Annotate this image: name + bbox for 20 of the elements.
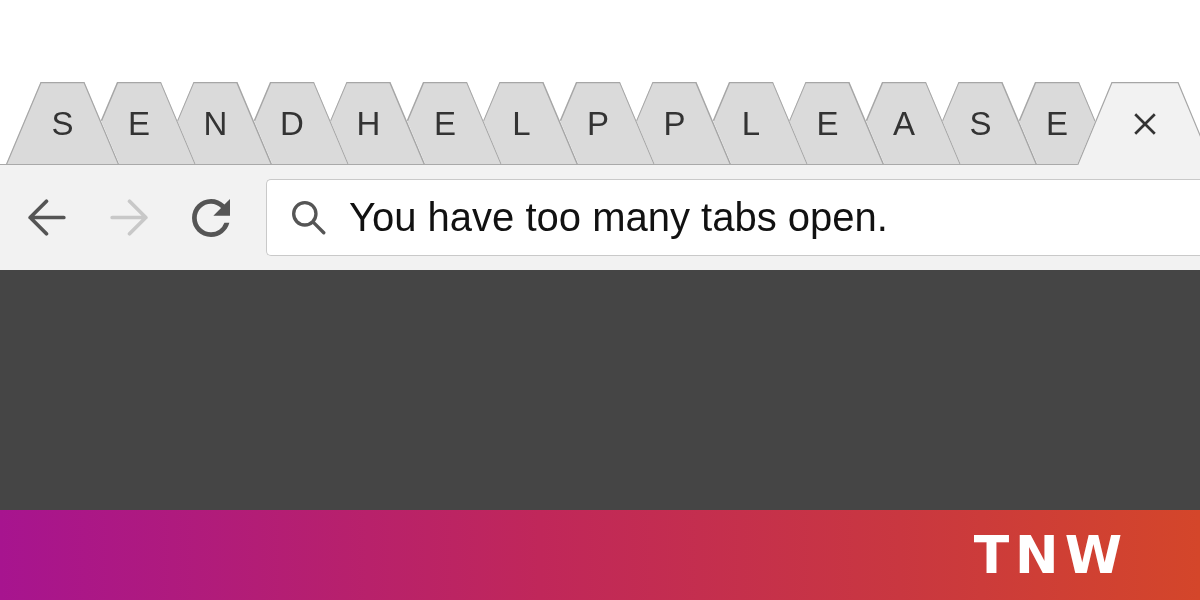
back-arrow-icon[interactable] — [28, 199, 66, 236]
brand-logo: TNW — [973, 529, 1128, 581]
tab[interactable]: D — [253, 82, 349, 164]
tab[interactable]: A — [865, 82, 961, 164]
tab[interactable]: E — [1018, 82, 1096, 164]
tab[interactable]: P — [559, 82, 655, 164]
tab[interactable]: H — [330, 82, 425, 164]
tab[interactable]: E — [406, 82, 502, 164]
tab[interactable]: P — [636, 82, 731, 164]
tab[interactable]: S — [942, 82, 1037, 164]
close-icon[interactable] — [1134, 112, 1156, 135]
tab[interactable]: E — [789, 82, 884, 164]
tab[interactable]: S — [6, 82, 119, 164]
tab[interactable]: L — [483, 82, 578, 164]
reload-icon[interactable] — [192, 198, 230, 237]
address-bar[interactable]: You have too many tabs open. — [266, 179, 1200, 256]
search-icon — [292, 200, 326, 235]
tab[interactable]: N — [177, 82, 272, 164]
tab[interactable]: L — [712, 82, 808, 164]
tab[interactable]: E — [100, 82, 196, 164]
